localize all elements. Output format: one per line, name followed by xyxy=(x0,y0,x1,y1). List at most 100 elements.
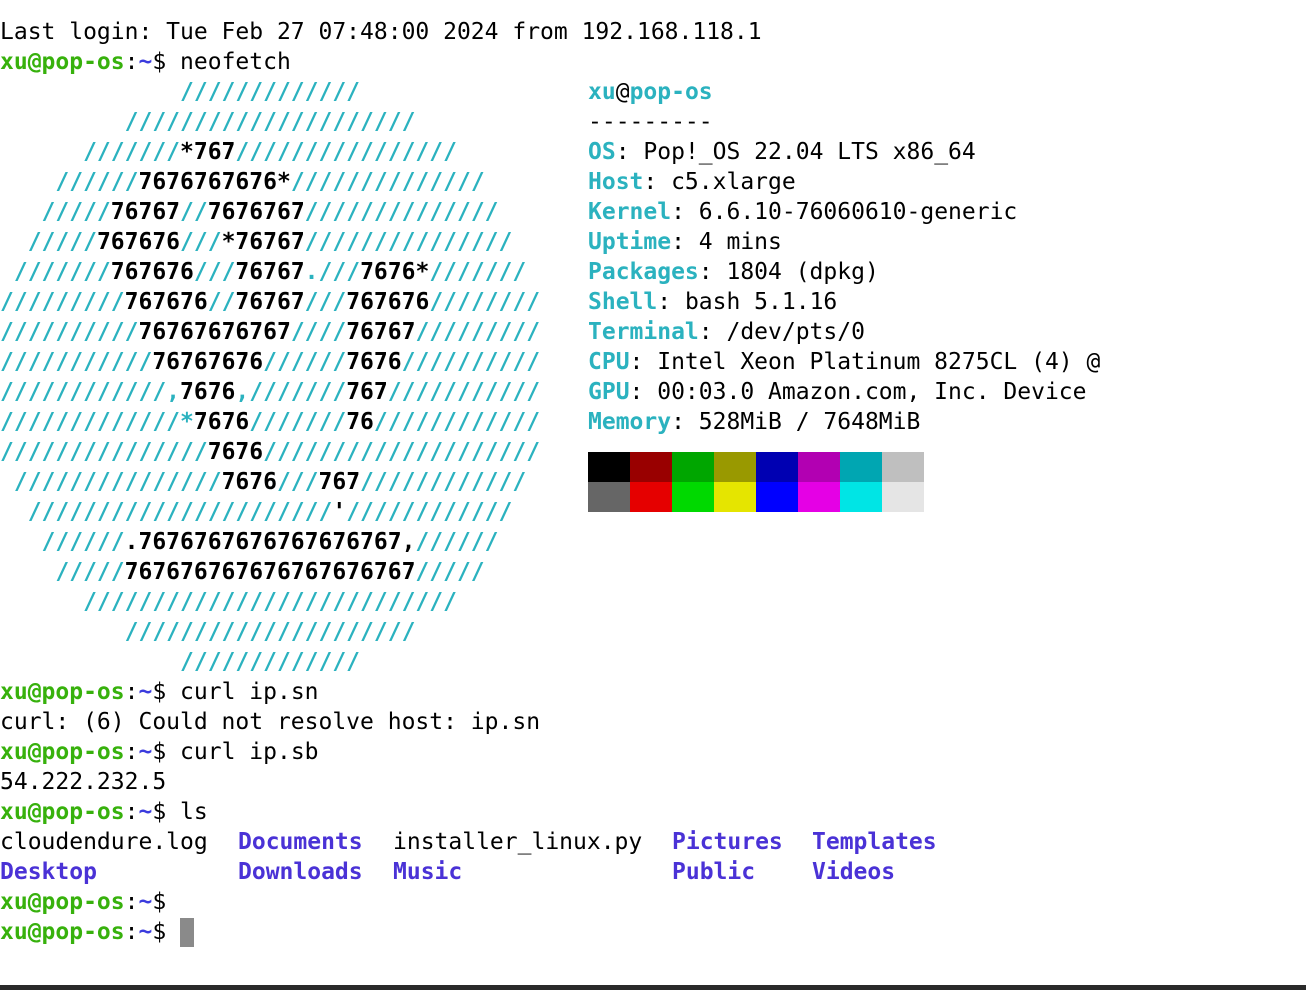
info-at: @ xyxy=(615,79,630,105)
logo-slashes: ./// xyxy=(304,259,361,285)
logo-slashes: ////////// xyxy=(401,349,541,375)
logo-slashes: //////// xyxy=(429,289,541,315)
window-bottom-edge xyxy=(0,985,1306,990)
logo-digits: .7676767676767676767, xyxy=(124,529,416,555)
prompt-line-neofetch: xu@pop-os:~$ neofetch xyxy=(0,47,1306,77)
info-row-cpu: CPU: Intel Xeon Platinum 8275CL (4) @ xyxy=(588,347,1100,377)
color-swatch xyxy=(630,452,672,482)
logo-slashes: ///////////// xyxy=(0,649,361,675)
logo-slashes: /////////////// xyxy=(0,469,222,495)
logo-slashes: ///////////////////// xyxy=(0,109,416,135)
ls-directory: Documents xyxy=(238,829,363,855)
ls-directory: Music xyxy=(393,859,463,885)
ls-directory: Downloads xyxy=(238,859,363,885)
curl-sn-output: curl: (6) Could not resolve host: ip.sn xyxy=(0,709,541,735)
prompt-user-host: xu@pop-os xyxy=(0,919,125,945)
info-key: Kernel xyxy=(588,199,672,225)
logo-digits: 767676 xyxy=(110,259,194,285)
logo-line: /////////767676//76767///767676//////// xyxy=(0,287,540,317)
prompt-dollar: $ xyxy=(152,739,181,765)
logo-slashes: ////// xyxy=(415,529,499,555)
prompt-path: ~ xyxy=(138,679,153,705)
prompt-sep: : xyxy=(124,49,139,75)
logo-digits: 76767 xyxy=(235,259,305,285)
login-line: Last login: Tue Feb 27 07:48:00 2024 fro… xyxy=(0,19,762,45)
system-info: xu@pop-os --------- OS: Pop!_OS 22.04 LT… xyxy=(588,77,1100,437)
command-text: ls xyxy=(180,799,208,825)
logo-slashes: //////////// xyxy=(346,499,513,525)
logo-digits: ' xyxy=(332,499,347,525)
color-swatch xyxy=(882,482,924,512)
logo-slashes: /////////// xyxy=(387,379,541,405)
logo-line: ///////////// xyxy=(0,647,540,677)
terminal-output[interactable]: Last login: Tue Feb 27 07:48:00 2024 fro… xyxy=(0,17,1306,947)
color-swatch xyxy=(714,452,756,482)
logo-line: ///////*767//////////////// xyxy=(0,137,540,167)
prompt-line-active[interactable]: xu@pop-os:~$ xyxy=(0,917,1306,947)
prompt-dollar: $ xyxy=(152,889,181,915)
color-swatch xyxy=(840,452,882,482)
info-value: : 6.6.10-76060610-generic xyxy=(671,199,1018,225)
logo-slashes: ////////// xyxy=(0,319,139,345)
logo-line: ///////////////////// xyxy=(0,617,540,647)
logo-slashes: /// xyxy=(193,259,236,285)
info-separator: --------- xyxy=(588,109,713,135)
info-row-gpu: GPU: 00:03.0 Amazon.com, Inc. Device xyxy=(588,377,1100,407)
logo-digits: 767676 xyxy=(96,229,181,255)
prompt-sep: : xyxy=(124,919,139,945)
prompt-dollar: $ xyxy=(152,919,181,945)
info-value: : 4 mins xyxy=(671,229,782,255)
info-host: pop-os xyxy=(629,79,713,105)
info-key: CPU xyxy=(588,349,630,375)
logo-slashes: ///// xyxy=(0,559,125,585)
info-value: : 1804 (dpkg) xyxy=(698,259,879,285)
ls-directory: Videos xyxy=(812,859,896,885)
logo-digits: 76767 xyxy=(235,289,305,315)
info-value: : 00:03.0 Amazon.com, Inc. Device xyxy=(629,379,1087,405)
prompt-sep: : xyxy=(124,679,139,705)
logo-line: //////////////////////'//////////// xyxy=(0,497,540,527)
logo-slashes: // xyxy=(180,199,208,225)
color-swatch xyxy=(798,482,840,512)
info-key: Uptime xyxy=(588,229,672,255)
logo-line: /////////////////////////// xyxy=(0,587,540,617)
info-row-os: OS: Pop!_OS 22.04 LTS x86_64 xyxy=(588,137,1100,167)
color-swatch xyxy=(672,482,714,512)
pop-os-logo: ///////////// ///////////////////// ////… xyxy=(0,77,540,677)
ls-output-row: cloudendure.log Documents installer_linux.… xyxy=(0,827,1306,857)
logo-line: ///////////// xyxy=(0,77,540,107)
color-swatch xyxy=(672,452,714,482)
logo-slashes: ////////////// xyxy=(290,169,485,195)
command-text: neofetch xyxy=(180,49,291,75)
logo-line: ///////////76767676//////7676////////// xyxy=(0,347,540,377)
info-row-host: Host: c5.xlarge xyxy=(588,167,1100,197)
info-value: : 528MiB / 7648MiB xyxy=(671,409,921,435)
logo-slashes: /////////////* xyxy=(0,409,194,435)
color-swatch xyxy=(840,482,882,512)
ls-file: cloudendure.log xyxy=(0,829,208,855)
logo-digits: 7676 xyxy=(346,349,402,375)
info-key: Host xyxy=(588,169,644,195)
logo-digits: 76 xyxy=(346,409,374,435)
logo-slashes: /////// xyxy=(0,139,181,165)
logo-digits: 767676 xyxy=(124,289,208,315)
info-user: xu xyxy=(588,79,616,105)
logo-digits: 7676 xyxy=(180,379,236,405)
color-swatch xyxy=(630,482,672,512)
logo-line: ///////////////////// xyxy=(0,107,540,137)
text-cursor[interactable] xyxy=(180,918,195,947)
prompt-path: ~ xyxy=(138,889,153,915)
prompt-user-host: xu@pop-os xyxy=(0,739,125,765)
prompt-dollar: $ xyxy=(152,799,181,825)
info-row-kernel: Kernel: 6.6.10-76060610-generic xyxy=(588,197,1100,227)
info-value: : bash 5.1.16 xyxy=(657,289,838,315)
prompt-sep: : xyxy=(124,889,139,915)
info-title: xu@pop-os xyxy=(588,77,1100,107)
logo-digits: 767676767676767676767 xyxy=(124,559,416,585)
logo-slashes: // xyxy=(207,289,236,315)
command-text: curl ip.sb xyxy=(180,739,319,765)
logo-line: /////767676767676767676767///// xyxy=(0,557,540,587)
logo-digits: 767 xyxy=(318,469,361,495)
ls-directory: Desktop xyxy=(0,859,97,885)
prompt-dollar: $ xyxy=(152,49,181,75)
